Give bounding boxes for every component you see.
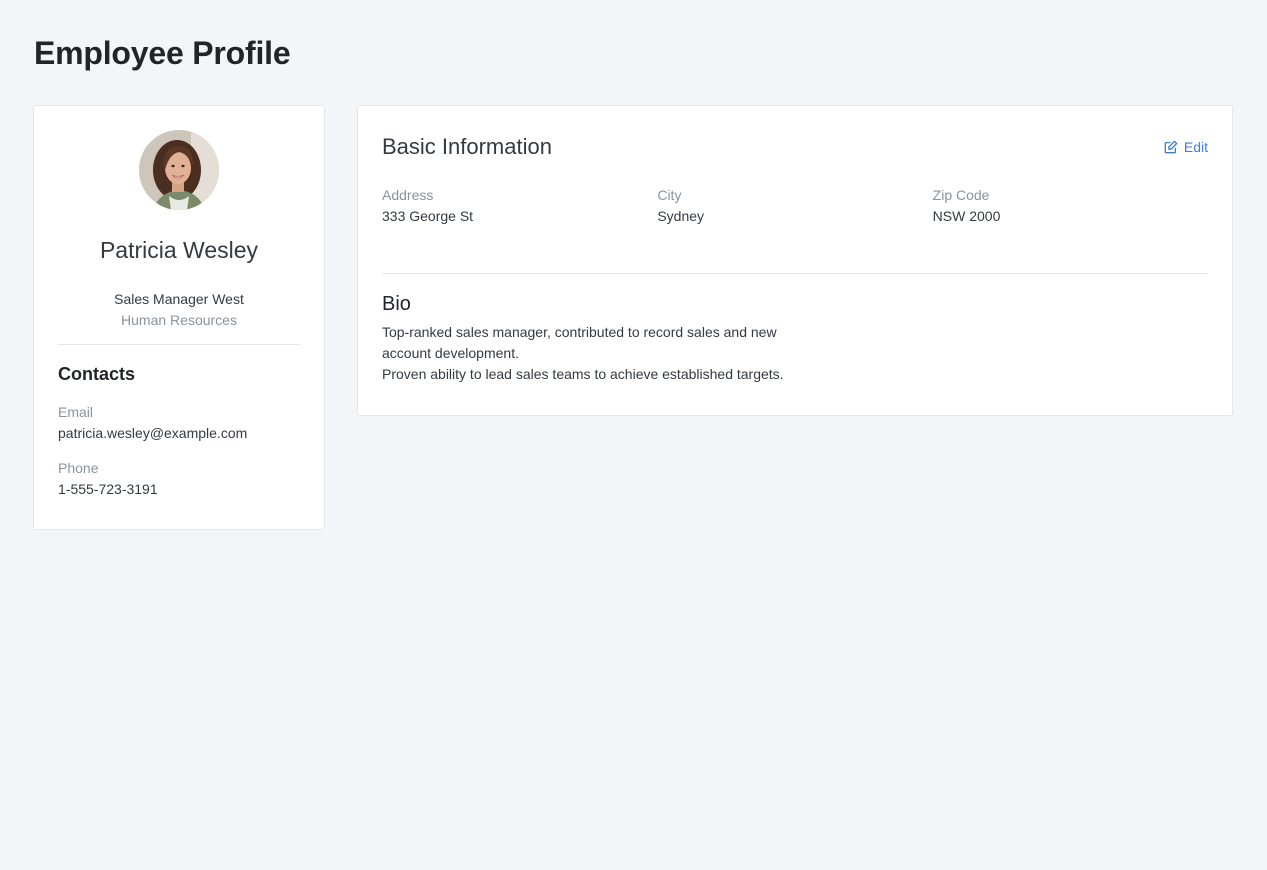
address-fields: Address 333 George St City Sydney Zip Co… [382, 187, 1208, 224]
profile-name: Patricia Wesley [99, 237, 259, 263]
phone-label: Phone [58, 460, 99, 476]
edit-button[interactable]: Edit [1164, 139, 1208, 155]
basic-info-card: Basic Information Edit Address 333 Georg… [357, 105, 1233, 416]
contacts-heading: Contacts [58, 364, 136, 384]
bio-line: Top-ranked sales manager, contributed to… [382, 324, 777, 361]
email-value: patricia.wesley@example.com [58, 425, 248, 441]
avatar-image [139, 130, 219, 210]
phone-value: 1-555-723-3191 [58, 481, 158, 497]
email-contact: Email patricia.wesley@example.com [58, 404, 300, 441]
info-divider [382, 273, 1208, 274]
zip-label: Zip Code [932, 187, 990, 203]
zip-field: Zip Code NSW 2000 [933, 187, 1208, 224]
edit-icon [1164, 140, 1178, 154]
zip-value: NSW 2000 [932, 208, 1001, 224]
profile-divider [58, 344, 300, 345]
job-title: Sales Manager West [114, 291, 244, 307]
profile-card: Patricia Wesley Sales Manager West Human… [33, 105, 325, 530]
city-field: City Sydney [657, 187, 932, 224]
bio-text: Top-ranked sales manager, contributed to… [382, 322, 792, 385]
address-field: Address 333 George St [382, 187, 657, 224]
bio-heading: Bio [382, 293, 411, 315]
page: Employee Profile Patricia Wesley Sales M… [0, 0, 1267, 870]
city-label: City [657, 187, 682, 203]
edit-label: Edit [1183, 139, 1208, 155]
address-label: Address [382, 187, 434, 203]
email-label: Email [58, 404, 94, 420]
phone-contact: Phone 1-555-723-3191 [58, 460, 300, 497]
city-value: Sydney [657, 208, 705, 224]
address-value: 333 George St [382, 208, 474, 224]
bio-line: Proven ability to lead sales teams to ac… [382, 366, 784, 382]
page-title: Employee Profile [34, 35, 291, 71]
basic-info-title: Basic Information [382, 134, 552, 159]
department: Human Resources [121, 312, 237, 328]
basic-info-header: Basic Information Edit [382, 134, 1208, 160]
avatar [139, 130, 219, 210]
